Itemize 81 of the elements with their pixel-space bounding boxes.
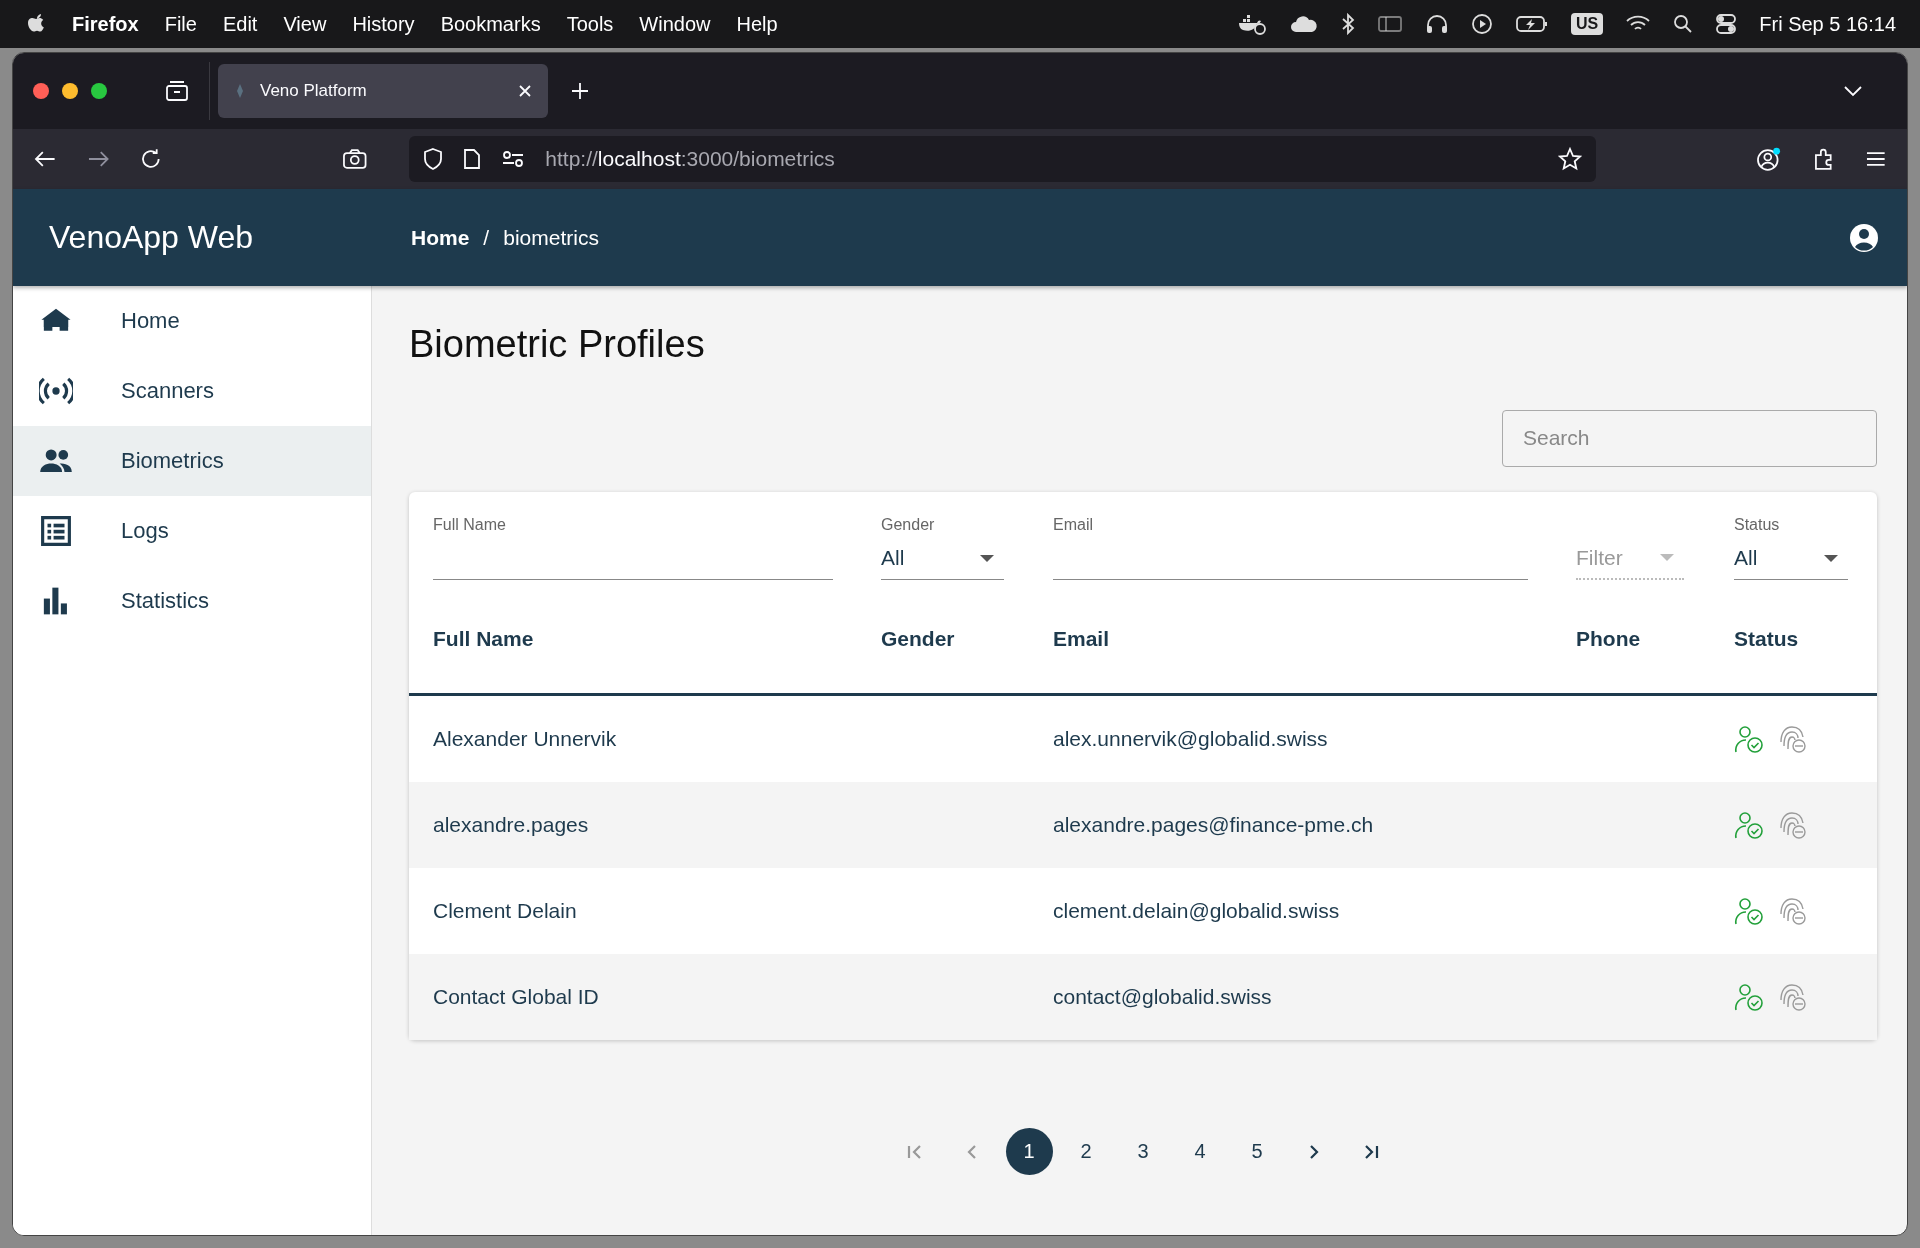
bluetooth-icon[interactable] [1341,13,1355,35]
account-icon[interactable] [1756,146,1782,172]
column-header: Email [1053,627,1111,652]
table-cell-text: contact@globalid.swiss [1053,984,1273,1009]
app-menu[interactable]: Firefox [72,12,139,36]
play-icon[interactable] [1471,13,1493,35]
menu-item[interactable]: Bookmarks [440,12,541,36]
app-title: VenoApp Web [49,219,254,256]
menu-icon[interactable] [1865,150,1887,168]
battery-icon[interactable] [1515,14,1549,34]
table-cell-text: Alexander Unnervik [433,726,618,751]
sidebar-icon[interactable] [1377,14,1403,34]
menu-item[interactable]: Help [736,12,778,36]
sidebar-item[interactable]: Biometrics [13,426,371,496]
cloud-icon[interactable] [1289,14,1319,34]
filter-label: Email [1053,515,1094,535]
filter-label: Full Name [433,515,507,535]
close-icon[interactable] [518,84,532,98]
account-icon[interactable] [1849,222,1879,253]
caret-icon [980,554,994,562]
menu-item[interactable]: Edit [222,12,258,36]
breadcrumb-link[interactable]: Home [411,225,470,250]
favicon-icon [234,83,246,99]
menu-item[interactable]: Tools [566,12,614,36]
table-cell-text: alexandre.pages [433,812,590,837]
tab-list-icon[interactable] [165,80,189,102]
page-button[interactable]: 3 [1119,1128,1167,1175]
menubar-clock: Fri Sep 5 16:14 [1759,12,1896,36]
filter-label: Status [1734,515,1781,535]
table-cell-text: alex.unnervik@globalid.swiss [1053,726,1329,751]
sidebar-item[interactable]: Statistics [13,566,371,636]
camera-icon[interactable] [341,148,368,170]
page-button[interactable]: 5 [1233,1128,1281,1175]
input-source-badge[interactable]: US [1571,13,1604,35]
star-icon[interactable] [1558,147,1583,171]
sidebar-item[interactable]: Home [13,286,371,356]
page-button[interactable]: 1 [1005,1128,1053,1175]
menu-item[interactable]: File [164,12,197,36]
filter-label: Gender [881,515,936,535]
table-cell-text: Contact Global ID [433,984,600,1009]
breadcrumb-separator: / [483,225,490,250]
search-icon[interactable] [1673,14,1694,34]
url-text[interactable]: http://localhost:3000/biometrics [545,147,835,171]
sidebar-item[interactable]: Scanners [13,356,371,426]
browser-tab[interactable]: Veno Platform [218,64,548,118]
new-tab-icon[interactable] [570,81,590,101]
column-header: Phone [1576,627,1642,652]
search-field[interactable]: Search [1502,409,1877,467]
list-icon [39,514,73,548]
caret-icon [1824,554,1838,562]
reload-icon[interactable] [140,148,162,170]
table-cell-text: Clement Delain [433,898,578,923]
shield-icon[interactable] [423,147,444,171]
menu-item[interactable]: View [283,12,327,36]
filter-dropdown[interactable]: All [881,537,1004,580]
sidebar-item[interactable]: Logs [13,496,371,566]
filter-dropdown: Filter [1576,537,1684,580]
headphones-icon[interactable] [1425,13,1449,35]
table-cell-text: clement.delain@globalid.swiss [1053,898,1341,923]
caret-icon [1660,554,1674,562]
page-button[interactable]: 4 [1176,1128,1224,1175]
table-cell-text: alexandre.pages@finance-pme.ch [1053,812,1375,837]
permissions-icon[interactable] [501,149,526,169]
column-header: Gender [881,627,956,652]
page-title: Biometric Profiles [409,322,706,367]
back-icon[interactable] [33,149,57,169]
page-button[interactable]: 2 [1062,1128,1110,1175]
menu-item[interactable]: Window [639,12,711,36]
forward-icon [86,149,111,169]
column-header: Full Name [433,627,535,652]
menu-item[interactable]: History [352,12,415,36]
control-center-icon[interactable] [1715,13,1738,35]
chevron-down-icon[interactable] [1843,84,1863,98]
window-control[interactable] [91,83,107,99]
window-control[interactable] [62,83,78,99]
page-icon[interactable] [463,148,482,170]
column-header: Status [1734,627,1800,652]
window-control[interactable] [33,83,49,99]
breadcrumb-current: biometrics [503,225,599,250]
whale-icon[interactable] [1237,12,1267,36]
filter-dropdown[interactable]: All [1734,537,1848,580]
